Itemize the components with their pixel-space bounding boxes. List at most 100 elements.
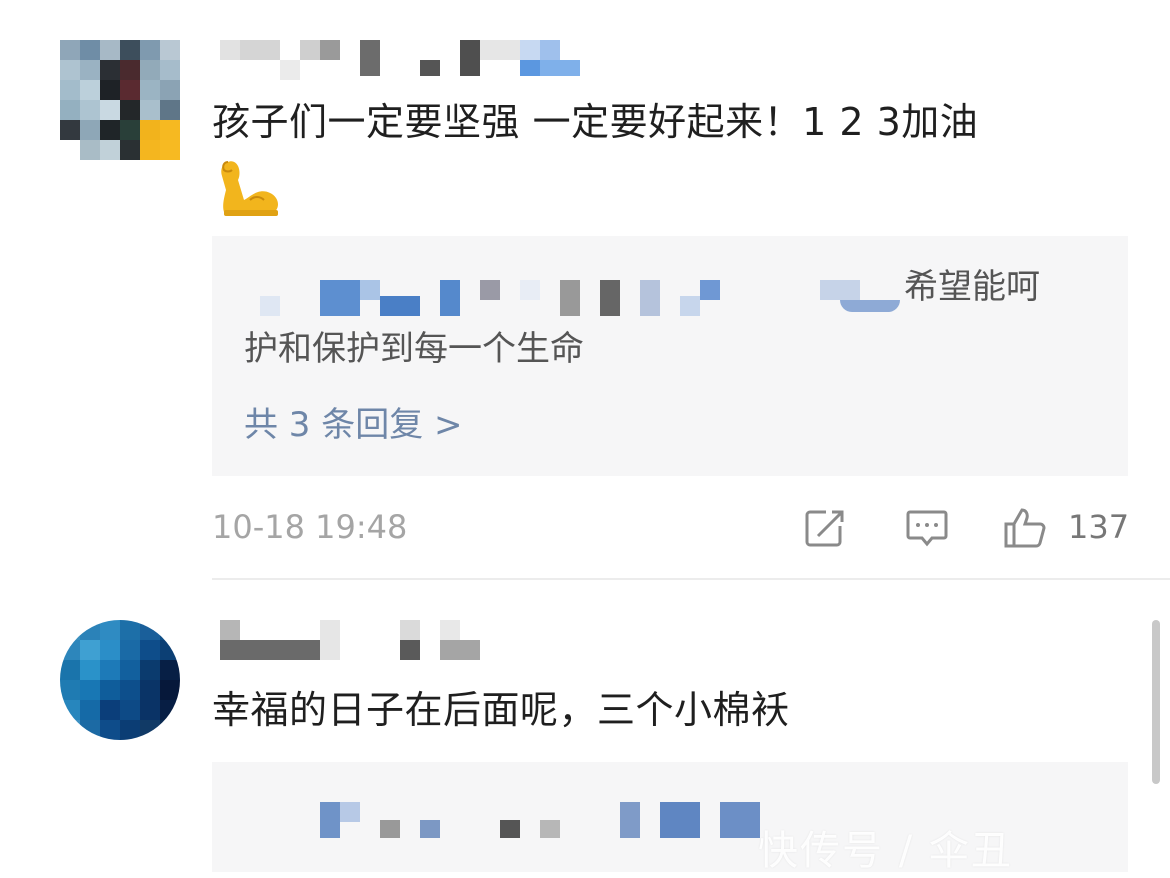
avatar-pixel xyxy=(100,60,120,80)
avatar-pixel xyxy=(100,700,120,720)
blur-block xyxy=(520,280,540,300)
blur-block xyxy=(260,296,280,316)
avatar-pixel xyxy=(80,640,100,660)
blur-block xyxy=(300,40,320,60)
avatar-pixel xyxy=(160,620,180,640)
reply-text-line-2: 护和保护到每一个生命 xyxy=(244,329,584,369)
username-blurred[interactable] xyxy=(220,620,480,660)
avatar-pixel xyxy=(60,660,80,680)
blur-block xyxy=(480,40,520,60)
avatar-pixel xyxy=(80,40,100,60)
watermark: 快传号 / 伞丑 xyxy=(758,828,1013,874)
avatar-pixel xyxy=(140,620,160,640)
view-replies-link[interactable]: 共 3 条回复 > xyxy=(244,399,463,451)
blur-block xyxy=(820,280,860,300)
avatar-pixel xyxy=(100,80,120,100)
avatar-pixel xyxy=(160,660,180,680)
flexed-biceps-icon xyxy=(221,161,278,216)
reply-icon[interactable] xyxy=(904,506,950,550)
blur-block xyxy=(220,40,240,60)
avatar[interactable] xyxy=(60,40,180,160)
repost-icon[interactable] xyxy=(802,506,848,550)
comment-meta-row: 10-18 19:48 137 xyxy=(212,500,1130,556)
avatar-pixel xyxy=(100,640,120,660)
blur-block xyxy=(700,280,720,300)
avatar-pixel xyxy=(160,140,180,160)
like-count: 137 xyxy=(1068,508,1130,546)
blur-block xyxy=(320,802,340,838)
blur-block xyxy=(600,280,620,316)
avatar[interactable] xyxy=(60,620,180,740)
blur-block xyxy=(420,60,440,76)
blur-block xyxy=(720,802,760,838)
avatar-pixel xyxy=(100,100,120,120)
avatar-pixel xyxy=(120,60,140,80)
comment-text: 幸福的日子在后面呢，三个小棉袄 xyxy=(212,688,790,732)
avatar-pixel xyxy=(120,80,140,100)
avatar-pixel xyxy=(100,680,120,700)
avatar-pixel xyxy=(80,700,100,720)
avatar-pixel xyxy=(120,140,140,160)
avatar-pixel xyxy=(140,100,160,120)
blur-block xyxy=(360,280,380,300)
blur-block xyxy=(440,640,480,660)
avatar-pixel xyxy=(80,140,100,160)
blur-block xyxy=(540,60,580,76)
blur-block xyxy=(400,640,420,660)
blur-block xyxy=(560,280,580,316)
blur-block xyxy=(840,300,900,312)
blur-block xyxy=(500,820,520,838)
blur-block xyxy=(220,620,240,640)
avatar-pixel xyxy=(60,80,80,100)
avatar-pixel xyxy=(140,720,160,740)
avatar-pixel xyxy=(140,80,160,100)
avatar-pixel xyxy=(120,680,140,700)
avatar-pixel xyxy=(160,120,180,140)
avatar-pixel xyxy=(100,660,120,680)
avatar-pixel xyxy=(80,720,100,740)
avatar-pixel xyxy=(120,100,140,120)
blur-block xyxy=(540,820,560,838)
avatar-pixel xyxy=(60,620,80,640)
blur-block xyxy=(220,640,320,660)
avatar-pixel xyxy=(140,60,160,80)
avatar-pixel xyxy=(140,120,160,140)
avatar-pixel xyxy=(60,680,80,700)
reply-text-line-1: 希望能呵 xyxy=(904,267,1040,307)
blur-block xyxy=(320,40,340,60)
thumbs-up-icon[interactable] xyxy=(1002,506,1048,550)
username-blurred[interactable] xyxy=(220,40,580,80)
avatar-pixel xyxy=(100,40,120,60)
avatar-pixel xyxy=(160,100,180,120)
avatar-pixel xyxy=(60,140,80,160)
comment-text: 孩子们一定要坚强 一定要好起来！1 2 3加油 xyxy=(212,100,979,144)
blur-block xyxy=(380,820,400,838)
avatar-pixel xyxy=(120,620,140,640)
avatar-pixel xyxy=(140,640,160,660)
avatar-pixel xyxy=(160,700,180,720)
avatar-pixel xyxy=(60,640,80,660)
blur-block xyxy=(240,40,280,60)
avatar-pixel xyxy=(100,620,120,640)
avatar-pixel xyxy=(120,120,140,140)
comment-timestamp: 10-18 19:48 xyxy=(212,508,408,546)
avatar-pixel xyxy=(60,40,80,60)
blur-block xyxy=(320,620,340,660)
avatar-pixel xyxy=(80,80,100,100)
blur-block xyxy=(380,296,420,316)
avatar-pixel xyxy=(100,120,120,140)
scrollbar[interactable] xyxy=(1152,620,1160,784)
avatar-pixel xyxy=(60,60,80,80)
avatar-pixel xyxy=(60,720,80,740)
avatar-pixel xyxy=(140,700,160,720)
blur-block xyxy=(640,280,660,316)
comment-divider xyxy=(212,578,1170,580)
avatar-pixel xyxy=(160,640,180,660)
reply-preview-box[interactable]: 希望能呵 护和保护到每一个生命 共 3 条回复 > xyxy=(212,236,1128,476)
blur-block xyxy=(460,40,480,76)
avatar-pixel xyxy=(80,100,100,120)
avatar-pixel xyxy=(160,40,180,60)
blur-block xyxy=(320,280,360,316)
avatar-pixel xyxy=(140,140,160,160)
blur-block xyxy=(660,802,700,838)
